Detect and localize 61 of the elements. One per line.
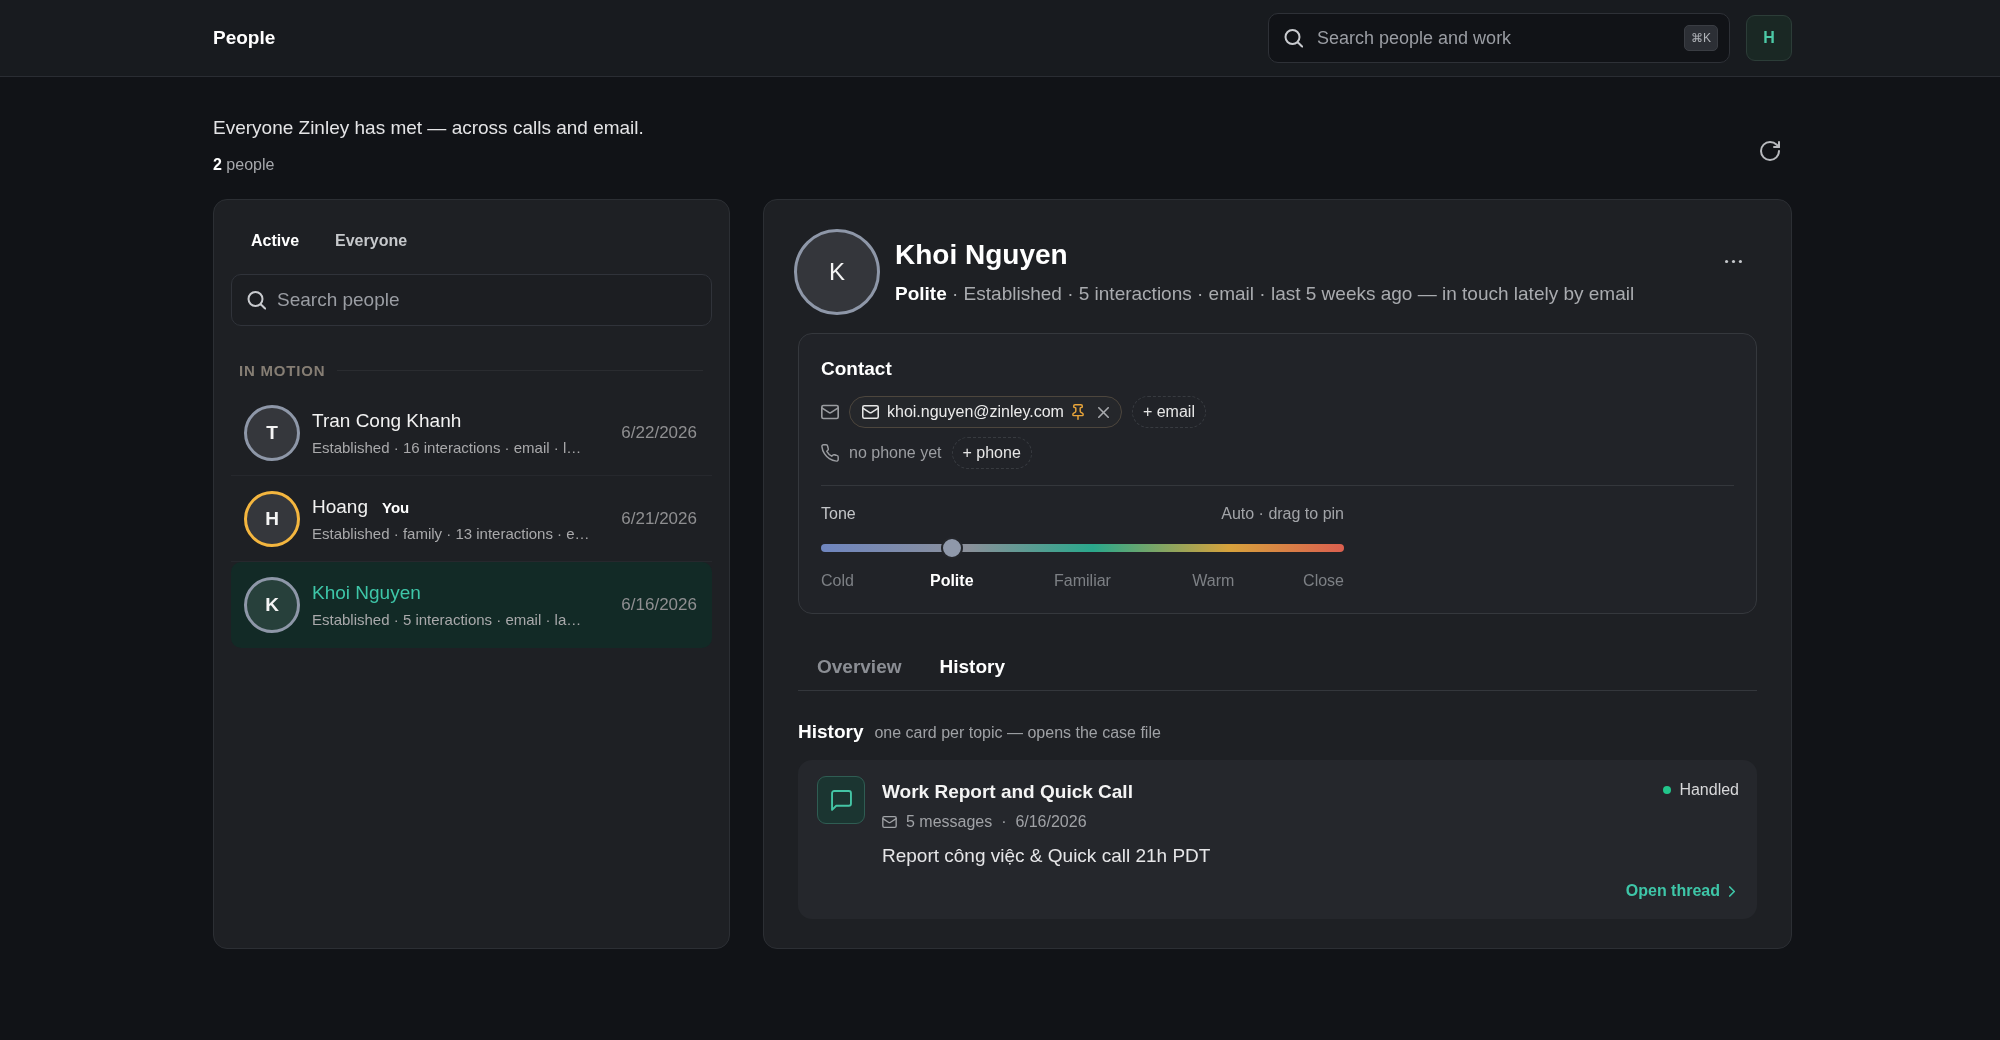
email-address: khoi.nguyen@zinley.com [887, 403, 1064, 421]
mail-icon [862, 405, 879, 419]
tone-stop-label[interactable]: Polite [929, 572, 974, 590]
profile-summary: Polite · Established · 5 interactions · email · last 5 weeks ago — in touch lately by email [895, 283, 1636, 305]
avatar: H [244, 490, 300, 547]
close-icon[interactable] [1097, 406, 1109, 418]
search-icon [1284, 28, 1303, 48]
tone-stop-label[interactable]: Familiar [1054, 572, 1111, 590]
detail-tab[interactable]: History [920, 656, 1024, 690]
filter-tab[interactable]: Everyone [318, 222, 425, 260]
contact-heading: Contact [821, 358, 893, 380]
tone-hint: Auto · drag to pin [1221, 505, 1344, 523]
thread-meta: 5 messages · 6/16/2026 [906, 813, 1087, 831]
empty-phone-text: no phone yet [849, 444, 942, 462]
page-title: People [213, 27, 276, 49]
last-contact-date: 6/22/2026 [621, 422, 697, 443]
phone-icon [821, 444, 839, 462]
page-description: Everyone Zinley has met — across calls and email. [213, 117, 644, 139]
section-heading: IN MOTION [239, 362, 326, 379]
last-contact-date: 6/16/2026 [621, 594, 697, 615]
person-name: Khoi Nguyen [312, 581, 421, 604]
tone-stop-label[interactable]: Close [1303, 572, 1344, 590]
you-label: You [382, 498, 410, 516]
shortcut-key: ⌘K [1684, 25, 1718, 51]
person-summary: Established · family · 13 interactions · e… [312, 524, 591, 542]
refresh-icon[interactable] [1760, 141, 1780, 161]
search-field[interactable]: Search people [231, 274, 712, 326]
avatar: T [244, 404, 300, 461]
profile-name: Khoi Nguyen [895, 239, 1069, 271]
person-name: Tran Cong Khanh [312, 409, 462, 432]
mail-icon [882, 816, 897, 828]
person-row[interactable]: T Tran Cong Khanh Established · 16 interactions · email · l… 6/22/2026 [231, 390, 712, 476]
user-avatar-button[interactable]: H [1746, 15, 1792, 61]
open-thread-link[interactable]: Open thread [1625, 882, 1735, 900]
more-icon[interactable] [1725, 259, 1742, 264]
person-summary: Established · 16 interactions · email · l… [312, 438, 583, 456]
person-name: Hoang [312, 495, 368, 518]
email-chip[interactable]: khoi.nguyen@zinley.com [849, 396, 1122, 428]
person-summary: Established · 5 interactions · email · la… [312, 610, 583, 628]
person-row[interactable]: K Khoi Nguyen Established · 5 interactions · email · la… 6/16/2026 [231, 562, 712, 648]
filter-tab[interactable]: Active [234, 222, 317, 260]
chat-bubble-icon [817, 776, 865, 824]
mail-icon [821, 404, 839, 420]
detail-tab[interactable]: Overview [798, 656, 921, 690]
last-contact-date: 6/21/2026 [621, 508, 697, 529]
tone-stop-label[interactable]: Warm [1192, 572, 1235, 590]
avatar: K [794, 229, 880, 315]
history-heading: History [798, 721, 864, 743]
chevron-right-icon [1729, 885, 1735, 897]
history-subtitle: one card per topic — opens the case file [874, 724, 1161, 742]
slider-thumb[interactable] [940, 537, 963, 559]
avatar: K [244, 576, 300, 633]
thread-subject: Report công việc & Quick call 21h PDT [882, 845, 1212, 867]
pin-icon[interactable] [1071, 404, 1084, 420]
people-count: 2 people [213, 156, 276, 174]
tone-label: Tone [821, 505, 856, 523]
status-text: Handled [1679, 780, 1739, 799]
search-icon [247, 290, 266, 310]
history-card[interactable]: Work Report and Quick Call Handled 5 messages · 6/16/2026 Report công việc & Quick call 21h PDT Open thread [798, 760, 1757, 919]
tone-stop-label[interactable]: Cold [821, 572, 854, 590]
topic-title: Work Report and Quick Call [882, 781, 1133, 803]
